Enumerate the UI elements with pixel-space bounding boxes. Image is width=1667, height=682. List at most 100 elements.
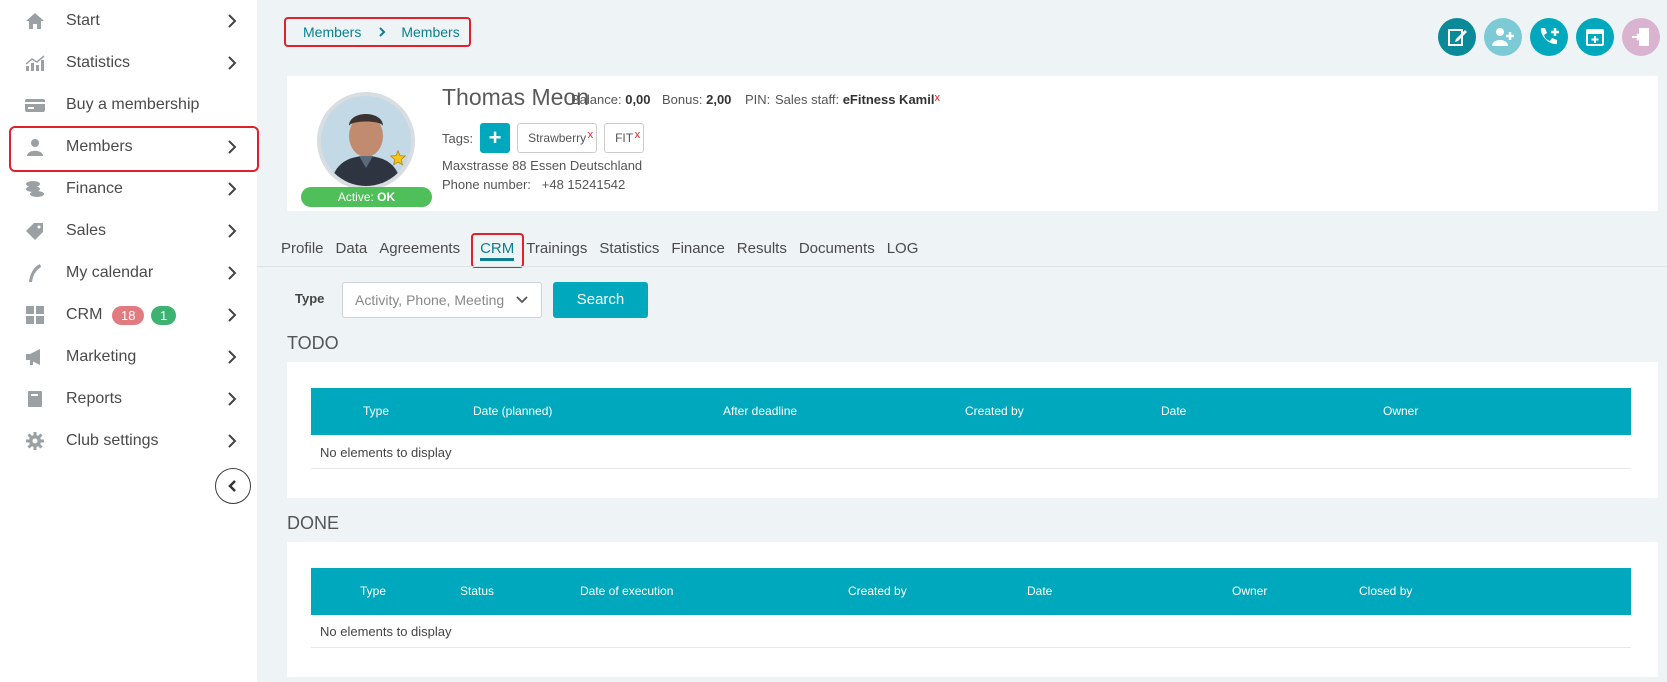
done-table-header: Type Status Date of execution Created by… [311,568,1631,615]
tab-log[interactable]: LOG [887,240,919,257]
sidebar-item-label: Club settings [66,432,159,449]
breadcrumb: Members Members [284,17,471,47]
member-actions [1438,18,1667,56]
remove-staff-icon[interactable]: x [934,92,940,104]
tab-profile[interactable]: Profile [281,240,324,257]
sidebar-item-label: Statistics [66,54,131,71]
breadcrumb-link[interactable]: Members [303,24,361,40]
tags-label: Tags: [442,130,474,146]
row-divider [311,647,1631,648]
sidebar-item-crm[interactable]: CRM 18 1 [0,294,257,336]
chevron-right-icon [228,14,237,28]
sidebar-item-my-calendar[interactable]: My calendar [0,252,257,294]
type-filter-select[interactable]: Activity, Phone, Meeting [342,282,542,318]
column-header: After deadline [723,404,798,418]
sales-staff-info: Sales staff: eFitness Kamilx [775,92,940,107]
add-user-icon [1492,28,1514,46]
add-call-button[interactable] [1530,18,1568,56]
column-header: Created by [848,584,907,598]
add-member-button[interactable] [1484,18,1522,56]
remove-tag-icon[interactable]: x [635,121,641,149]
phone-label: Phone number: [442,177,531,192]
tag-icon [24,220,46,242]
status-badge: Active: OK [301,187,432,207]
todo-table-header: Type Date (planned) After deadline Creat… [311,388,1631,435]
tab-documents[interactable]: Documents [799,240,875,257]
sidebar-item-marketing[interactable]: Marketing [0,336,257,378]
tab-statistics[interactable]: Statistics [599,240,659,257]
sidebar-item-label: My calendar [66,264,154,281]
todo-title: TODO [287,333,339,353]
phone-plus-icon [1540,28,1559,45]
tab-agreements[interactable]: Agreements [379,240,460,257]
add-tag-button[interactable]: + [480,123,511,153]
tab-results[interactable]: Results [737,240,787,257]
sidebar-item-finance[interactable]: Finance [0,168,257,210]
tab-trainings[interactable]: Trainings [526,240,587,257]
breadcrumb-link[interactable]: Members [401,24,459,40]
remove-tag-icon[interactable]: x [588,121,594,149]
search-button[interactable]: Search [553,282,648,318]
tags-row: Tags: + Strawberry x FIT x [442,121,645,153]
column-header: Status [460,584,495,598]
sidebar-item-buy-membership[interactable]: Buy a membership [0,84,257,126]
todo-panel: Type Date (planned) After deadline Creat… [287,362,1658,498]
column-header: Date (planned) [473,404,553,418]
tag-chip: FIT x [604,121,645,153]
sidebar-item-sales[interactable]: Sales [0,210,257,252]
member-phone: Phone number: +48 15241542 [442,177,625,192]
empty-message: No elements to display [320,624,452,639]
column-header: Type [360,584,387,598]
tab-finance[interactable]: Finance [671,240,724,257]
book-icon [24,388,46,410]
chevron-right-icon [228,224,237,238]
column-header: Closed by [1359,584,1413,598]
column-header: Owner [1232,584,1268,598]
chevron-down-icon [516,296,528,304]
member-profile-card: Active: OK Thomas Meon Balance: 0,00 Bon… [287,76,1658,211]
chevron-right-icon [228,350,237,364]
member-tabs: Profile Data Agreements CRM Trainings St… [281,233,930,268]
sidebar-item-members[interactable]: Members [0,126,259,172]
sidebar-item-club-settings[interactable]: Club settings [0,420,257,462]
chevron-left-icon [228,480,236,492]
person-icon [24,136,46,158]
balance-value: 0,00 [625,92,651,107]
column-header: Type [363,404,390,418]
sidebar-item-label: Buy a membership [66,96,200,113]
door-enter-icon [1632,28,1649,46]
row-divider [311,468,1631,469]
edit-note-button[interactable] [1438,18,1476,56]
crm-count-badge: 18 [112,306,145,325]
chevron-right-icon [379,27,386,37]
balance-info: Balance: 0,00 [571,92,651,107]
add-event-button[interactable] [1576,18,1614,56]
sidebar: Start Statistics Buy a membership Member… [0,0,259,682]
type-filter-label: Type [295,291,325,306]
collapse-sidebar-button[interactable] [215,468,251,504]
crm-count-badge: 1 [151,306,177,325]
balance-label: Balance: [571,92,622,107]
tag-label: Strawberry [528,131,587,145]
sidebar-item-label: Sales [66,222,107,239]
star-icon [390,150,406,166]
done-panel: Type Status Date of execution Created by… [287,542,1658,677]
chart-icon [24,52,46,74]
tab-data[interactable]: Data [336,240,368,257]
bonus-value: 2,00 [706,92,732,107]
column-header: Created by [965,404,1024,418]
sidebar-item-label: Start [66,12,100,29]
column-header: Owner [1383,404,1419,418]
home-icon [24,10,46,32]
done-title: DONE [287,513,340,533]
bonus-label: Bonus: [662,92,703,107]
sidebar-item-start[interactable]: Start [0,0,257,42]
sidebar-item-statistics[interactable]: Statistics [0,42,257,84]
sidebar-item-reports[interactable]: Reports [0,378,257,420]
bonus-info: Bonus: 2,00 [662,92,731,107]
avatar [317,92,415,190]
edit-icon [1448,29,1467,46]
tab-crm[interactable]: CRM [471,233,525,268]
check-in-button[interactable] [1622,18,1660,56]
chevron-right-icon [228,392,237,406]
